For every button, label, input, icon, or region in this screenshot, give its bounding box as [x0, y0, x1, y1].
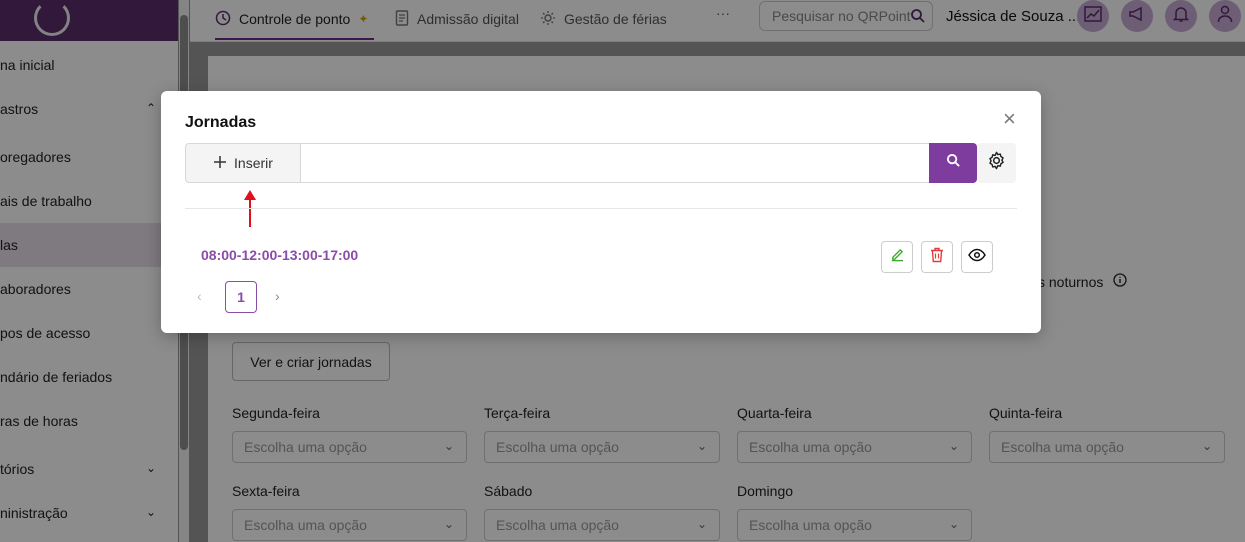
settings-button[interactable] — [977, 143, 1016, 183]
plus-icon — [213, 155, 227, 172]
edit-button[interactable] — [881, 241, 913, 273]
annotation-arrow-line — [249, 199, 251, 227]
modal-title: Jornadas — [185, 114, 257, 131]
gear-icon — [987, 151, 1006, 175]
search-icon — [946, 153, 961, 173]
jornada-item-link[interactable]: 08:00-12:00-13:00-17:00 — [201, 247, 358, 263]
jornadas-search-input[interactable] — [300, 143, 930, 183]
pagination-next[interactable]: › — [275, 288, 280, 304]
pagination-prev[interactable]: ‹ — [197, 288, 202, 304]
search-button[interactable] — [929, 143, 977, 183]
view-button[interactable] — [961, 241, 993, 273]
pagination-page-1[interactable]: 1 — [225, 281, 257, 313]
pencil-icon — [890, 247, 905, 267]
trash-icon — [930, 247, 944, 268]
jornadas-modal: Jornadas × Inserir 08:00-12:00-13:00-17:… — [161, 91, 1041, 333]
eye-icon — [968, 248, 986, 267]
delete-button[interactable] — [921, 241, 953, 273]
divider — [185, 208, 1017, 209]
insert-button[interactable]: Inserir — [185, 143, 301, 183]
close-icon[interactable]: × — [1003, 108, 1016, 130]
